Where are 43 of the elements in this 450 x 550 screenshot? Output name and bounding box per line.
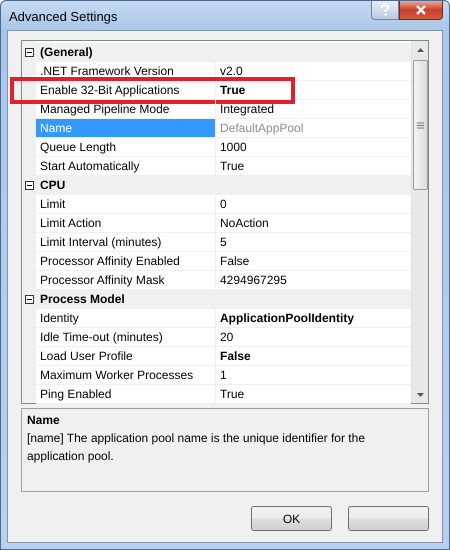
category-header[interactable]: (General) [36,43,93,62]
property-value[interactable]: True [216,385,411,404]
property-name[interactable]: Idle Time-out (minutes) [36,328,216,347]
property-name[interactable]: Limit [36,195,216,214]
scroll-down-icon[interactable] [416,392,424,396]
scroll-up-icon[interactable] [416,48,424,52]
property-name[interactable]: Maximum Worker Processes [36,366,216,385]
property-name[interactable]: Enable 32-Bit Applications [36,81,216,100]
property-value[interactable]: 1 [216,366,411,385]
property-name[interactable]: Limit Interval (minutes) [36,233,216,252]
grip-icon [416,122,424,128]
property-value[interactable]: False [216,347,411,366]
window-title: Advanced Settings [9,8,118,26]
description-title: Name [27,412,61,429]
close-icon [415,5,427,15]
property-name[interactable]: Queue Length [36,138,216,157]
property-name[interactable]: Processor Affinity Enabled [36,252,216,271]
property-value[interactable]: True [216,81,411,100]
dialog-button[interactable]: OK [251,506,332,531]
collapse-icon[interactable] [24,48,34,57]
property-value[interactable]: Integrated [216,100,411,119]
scroll-thumb[interactable] [412,60,428,190]
collapse-icon[interactable] [24,181,34,190]
property-name[interactable]: Limit Action [36,214,216,233]
property-value[interactable]: NoAction [216,214,411,233]
collapse-icon[interactable] [24,295,34,304]
property-value[interactable]: ApplicationPoolIdentity [216,309,411,328]
description-text: [name] The application pool name is the unique identifier for the application pool. [27,430,366,465]
property-name[interactable]: Ping Enabled [36,385,216,404]
close-button[interactable] [399,1,443,20]
property-value[interactable]: False [216,252,411,271]
property-value[interactable]: 20 [216,328,411,347]
help-icon [380,4,390,16]
property-name[interactable]: Load User Profile [36,347,216,366]
property-name[interactable]: Identity [36,309,216,328]
property-name[interactable]: .NET Framework Version [36,62,216,81]
property-value[interactable]: 1000 [216,138,411,157]
property-value[interactable]: 0 [216,195,411,214]
category-header[interactable]: CPU [36,176,66,195]
help-button[interactable] [371,1,399,20]
scrollbar[interactable] [411,41,428,403]
dialog-button[interactable] [348,506,429,531]
property-value[interactable]: 5 [216,233,411,252]
